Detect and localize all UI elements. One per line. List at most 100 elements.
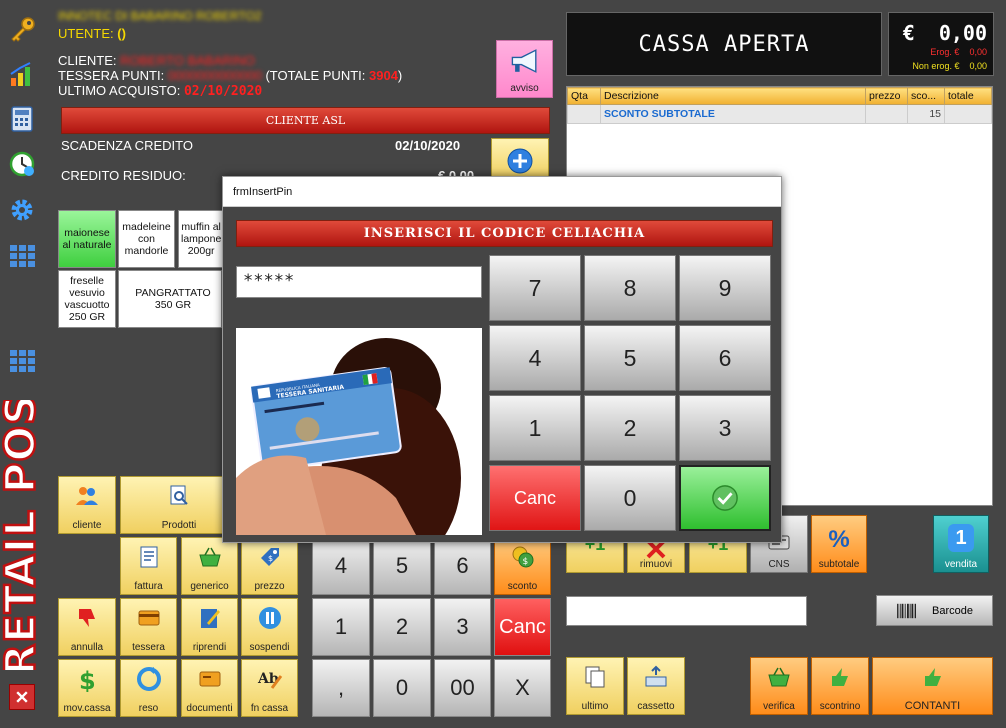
- product-tile[interactable]: PANGRATTATO 350 GR: [118, 270, 222, 328]
- numpad-6[interactable]: 6: [434, 537, 491, 595]
- ultimo-row: ULTIMO ACQUISTO: 02/10/2020: [58, 83, 263, 99]
- col-descrizione[interactable]: Descrizione: [600, 87, 866, 105]
- numpad-0[interactable]: 0: [373, 659, 431, 717]
- chart-icon[interactable]: [6, 58, 38, 90]
- numpad-2[interactable]: 2: [373, 598, 431, 656]
- riprendi-button[interactable]: riprendi: [181, 598, 238, 656]
- verifica-button[interactable]: verifica: [750, 657, 808, 715]
- confirm-button[interactable]: [679, 465, 771, 531]
- svg-text:$: $: [268, 554, 273, 563]
- card-icon: [138, 610, 159, 626]
- product-tile[interactable]: maionese al naturale: [58, 210, 116, 268]
- pin-key-2[interactable]: 2: [584, 395, 676, 461]
- fattura-button[interactable]: fattura: [120, 537, 177, 595]
- cassa-status: CASSA APERTA: [566, 12, 882, 76]
- svg-text:$: $: [522, 557, 528, 567]
- grid-icon[interactable]: [6, 240, 38, 272]
- plus-icon: [507, 148, 533, 174]
- pin-key-7[interactable]: 7: [489, 255, 581, 321]
- health-card-photo: REPUBBLICA ITALIANA TESSERA SANITARIA: [236, 328, 482, 535]
- avviso-button[interactable]: avviso: [496, 40, 553, 98]
- edit-icon: [200, 609, 220, 628]
- numpad-4[interactable]: 4: [312, 537, 370, 595]
- prezzo-button[interactable]: $ prezzo: [241, 537, 298, 595]
- thumbs-down-icon: [79, 609, 95, 627]
- barcode-input[interactable]: [566, 596, 807, 626]
- basket-icon: [198, 547, 221, 567]
- pin-canc-button[interactable]: Canc: [489, 465, 581, 531]
- pin-input[interactable]: *****: [236, 266, 482, 298]
- users-icon: [76, 487, 98, 505]
- numpad-5[interactable]: 5: [373, 537, 431, 595]
- cliente-button[interactable]: cliente: [58, 476, 116, 534]
- gear-icon[interactable]: [6, 194, 38, 226]
- documenti-button[interactable]: documenti: [181, 659, 238, 717]
- font-edit-icon: Ab: [257, 671, 282, 689]
- pin-key-5[interactable]: 5: [584, 325, 676, 391]
- pin-key-9[interactable]: 9: [679, 255, 771, 321]
- calculator-icon[interactable]: [6, 103, 38, 135]
- subtotale-button[interactable]: % subtotale: [811, 515, 867, 573]
- pin-key-4[interactable]: 4: [489, 325, 581, 391]
- pin-key-6[interactable]: 6: [679, 325, 771, 391]
- cliente-asl-bar: CLIENTE ASL: [61, 107, 550, 134]
- utente-row: UTENTE: (): [58, 26, 126, 41]
- numpad-3[interactable]: 3: [434, 598, 491, 656]
- search-document-icon: [170, 485, 188, 505]
- scadenza-value: 02/10/2020: [395, 138, 461, 153]
- sconto-button[interactable]: $ sconto: [494, 537, 551, 595]
- numpad-00[interactable]: 00: [434, 659, 491, 717]
- pin-key-1[interactable]: 1: [489, 395, 581, 461]
- tessera-button[interactable]: tessera: [120, 598, 177, 656]
- thumbs-up-icon: [924, 668, 941, 686]
- copy-icon: [585, 666, 605, 688]
- col-prezzo[interactable]: prezzo: [865, 87, 908, 105]
- scontrino-button[interactable]: scontrino: [811, 657, 869, 715]
- fn-cassa-button[interactable]: Ab fn cassa: [241, 659, 298, 717]
- basket-check-icon: [768, 667, 790, 687]
- col-qta[interactable]: Qta: [567, 87, 601, 105]
- product-tile[interactable]: muffin al lampone 200gr: [178, 210, 224, 268]
- annulla-button[interactable]: annulla: [58, 598, 116, 656]
- check-icon: [712, 485, 738, 511]
- company-name: INNOTEC DI BABARINO ROBERTO2: [58, 9, 262, 23]
- retail-pos-logo: RETAIL POS: [0, 392, 46, 677]
- numpad-1[interactable]: 1: [312, 598, 370, 656]
- insert-pin-dialog[interactable]: frmInsertPin INSERISCI IL CODICE CELIACH…: [222, 176, 782, 543]
- close-icon[interactable]: [9, 684, 35, 710]
- barcode-button[interactable]: Barcode: [876, 595, 993, 626]
- numpad-canc-button[interactable]: Canc: [494, 598, 551, 656]
- tessera-row: TESSERA PUNTI: 0000000000000 (TOTALE PUN…: [58, 68, 403, 83]
- col-sconto[interactable]: sco...: [907, 87, 945, 105]
- drawer-icon: [645, 665, 667, 687]
- product-tile[interactable]: madeleine con mandorle: [118, 210, 175, 268]
- col-totale[interactable]: totale: [944, 87, 992, 105]
- scadenza-label: SCADENZA CREDITO: [61, 138, 193, 153]
- mov-cassa-button[interactable]: $ mov.cassa: [58, 659, 116, 717]
- sospendi-button[interactable]: sospendi: [241, 598, 298, 656]
- contanti-button[interactable]: CONTANTI: [872, 657, 993, 715]
- dialog-header: INSERISCI IL CODICE CELIACHIA: [236, 220, 773, 247]
- pin-key-0[interactable]: 0: [584, 465, 676, 531]
- add-credit-button[interactable]: [491, 138, 549, 180]
- key-icon[interactable]: [6, 14, 38, 46]
- clock-icon[interactable]: [6, 148, 38, 180]
- megaphone-icon: [511, 49, 536, 73]
- sale-number-icon: 1: [948, 524, 974, 552]
- numpad-x[interactable]: X: [494, 659, 551, 717]
- pin-key-8[interactable]: 8: [584, 255, 676, 321]
- table-row[interactable]: SCONTO SUBTOTALE 15: [567, 104, 992, 124]
- reso-button[interactable]: reso: [120, 659, 177, 717]
- return-icon: [136, 667, 161, 691]
- generico-button[interactable]: generico: [181, 537, 238, 595]
- pause-icon: [258, 607, 281, 629]
- cassetto-button[interactable]: cassetto: [627, 657, 685, 715]
- vendita-button[interactable]: 1 vendita: [933, 515, 989, 573]
- thumbs-up-icon: [832, 668, 848, 686]
- product-tile[interactable]: freselle vesuvio vascuotto 250 GR: [58, 270, 116, 328]
- grid-icon-2[interactable]: [6, 345, 38, 377]
- prodotti-button[interactable]: Prodotti: [120, 476, 238, 534]
- numpad-comma[interactable]: ,: [312, 659, 370, 717]
- ultimo-button[interactable]: ultimo: [566, 657, 624, 715]
- pin-key-3[interactable]: 3: [679, 395, 771, 461]
